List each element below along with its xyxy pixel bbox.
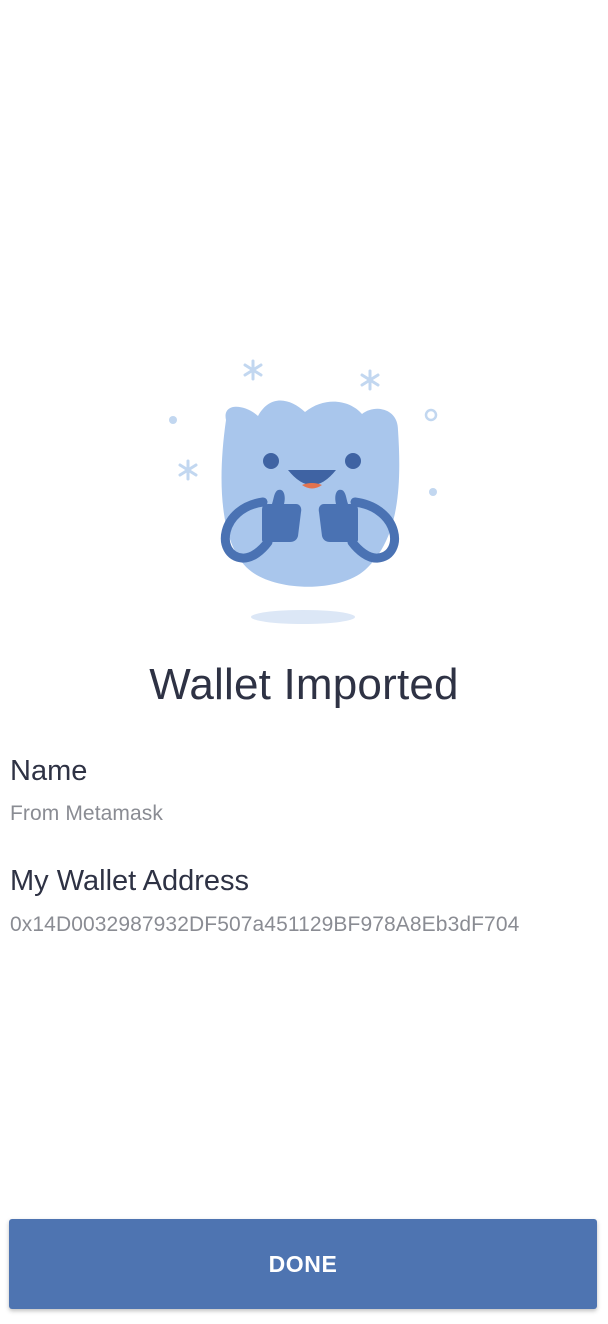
page-title: Wallet Imported (149, 660, 459, 709)
ring-icon (424, 408, 438, 422)
wallet-address-value: 0x14D0032987932DF507a451129BF978A8Eb3dF7… (10, 913, 520, 936)
mascot-eye (263, 453, 279, 469)
mascot-shadow (251, 610, 355, 624)
done-button[interactable]: DONE (9, 1219, 597, 1309)
mascot-eye (345, 453, 361, 469)
wallet-name-value: From Metamask (10, 802, 163, 825)
wallet-name-label: Name (10, 755, 88, 787)
dot-icon (429, 488, 437, 496)
wallet-address-label: My Wallet Address (10, 865, 250, 897)
wallet-mascot-illustration (150, 350, 460, 640)
dot-icon (169, 416, 177, 424)
